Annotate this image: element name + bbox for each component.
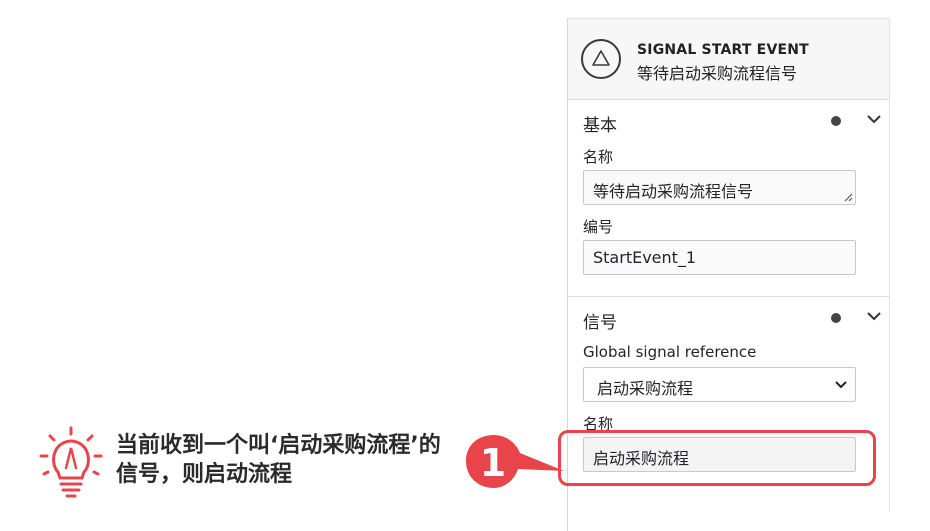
panel-header: SIGNAL START EVENT 等待启动采购流程信号 — [568, 18, 890, 100]
signal-triangle-icon — [581, 39, 621, 79]
group-basic-header[interactable]: 基本 — [568, 100, 889, 140]
group-signal-header[interactable]: 信号 — [568, 297, 889, 337]
chevron-down-icon[interactable] — [866, 113, 882, 125]
signal-ref-select[interactable]: 启动采购流程 — [583, 367, 856, 402]
id-label: 编号 — [583, 218, 614, 236]
id-input-value: StartEvent_1 — [593, 248, 697, 267]
step-number: 1 — [480, 441, 506, 485]
lightbulb-icon — [39, 426, 103, 498]
group-basic-dot-indicator — [831, 116, 841, 126]
resize-handle-icon[interactable] — [843, 192, 853, 202]
name-textarea[interactable]: 等待启动采购流程信号 — [583, 170, 856, 205]
id-input[interactable]: StartEvent_1 — [583, 240, 856, 275]
chevron-down-icon[interactable] — [866, 310, 882, 322]
name-label: 名称 — [583, 148, 614, 166]
element-name-title: 等待启动采购流程信号 — [637, 64, 798, 83]
group-basic: 基本 名称 等待启动采购流程信号 编号 StartEvent_1 — [568, 100, 890, 297]
group-signal-dot-indicator — [831, 313, 841, 323]
callout-text: 当前收到一个叫‘启动采购流程’的信号，则启动流程 — [116, 433, 441, 487]
group-basic-title: 基本 — [583, 116, 617, 136]
element-type-label: SIGNAL START EVENT — [637, 42, 809, 58]
signal-ref-label: Global signal reference — [583, 343, 757, 361]
highlight-frame — [558, 430, 876, 486]
signal-ref-selected-value: 启动采购流程 — [597, 379, 694, 398]
step-badge: 1 — [466, 435, 564, 488]
name-textarea-value: 等待启动采购流程信号 — [593, 182, 754, 201]
chevron-down-icon — [835, 381, 847, 389]
group-signal-title: 信号 — [583, 313, 617, 333]
